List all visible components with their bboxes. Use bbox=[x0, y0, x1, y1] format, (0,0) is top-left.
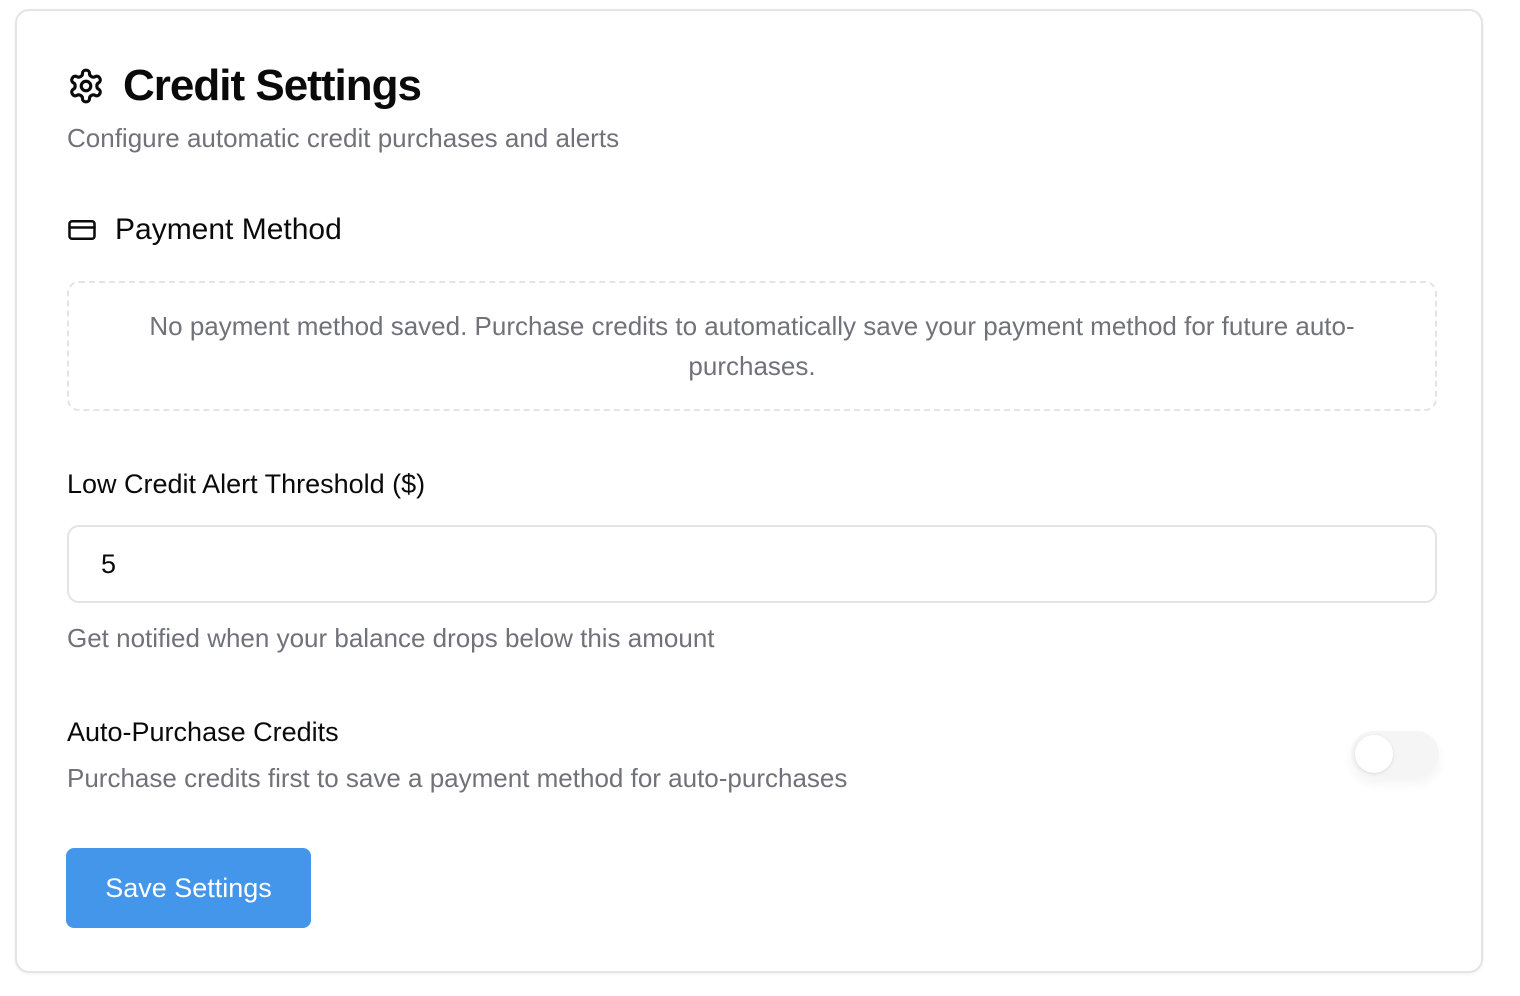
auto-purchase-description: Purchase credits first to save a payment… bbox=[67, 763, 848, 793]
payment-method-title: Payment Method bbox=[115, 213, 342, 246]
threshold-input[interactable] bbox=[67, 525, 1437, 603]
page-subtitle: Configure automatic credit purchases and… bbox=[67, 123, 620, 153]
threshold-help-text: Get notified when your balance drops bel… bbox=[67, 623, 715, 653]
page-title: Credit Settings bbox=[123, 61, 422, 110]
payment-method-empty-message: No payment method saved. Purchase credit… bbox=[149, 311, 1355, 381]
card-header: Credit Settings bbox=[67, 61, 422, 111]
credit-card-icon bbox=[67, 215, 97, 245]
payment-method-heading: Payment Method bbox=[67, 213, 342, 247]
credit-settings-card: Credit Settings Configure automatic cred… bbox=[15, 9, 1483, 973]
payment-method-empty-state: No payment method saved. Purchase credit… bbox=[67, 281, 1437, 411]
auto-purchase-label: Auto-Purchase Credits bbox=[67, 717, 339, 747]
toggle-knob bbox=[1355, 735, 1393, 773]
auto-purchase-toggle[interactable] bbox=[1351, 731, 1439, 777]
gear-icon bbox=[67, 67, 105, 105]
save-settings-button[interactable]: Save Settings bbox=[66, 848, 311, 928]
threshold-label: Low Credit Alert Threshold ($) bbox=[67, 469, 426, 499]
